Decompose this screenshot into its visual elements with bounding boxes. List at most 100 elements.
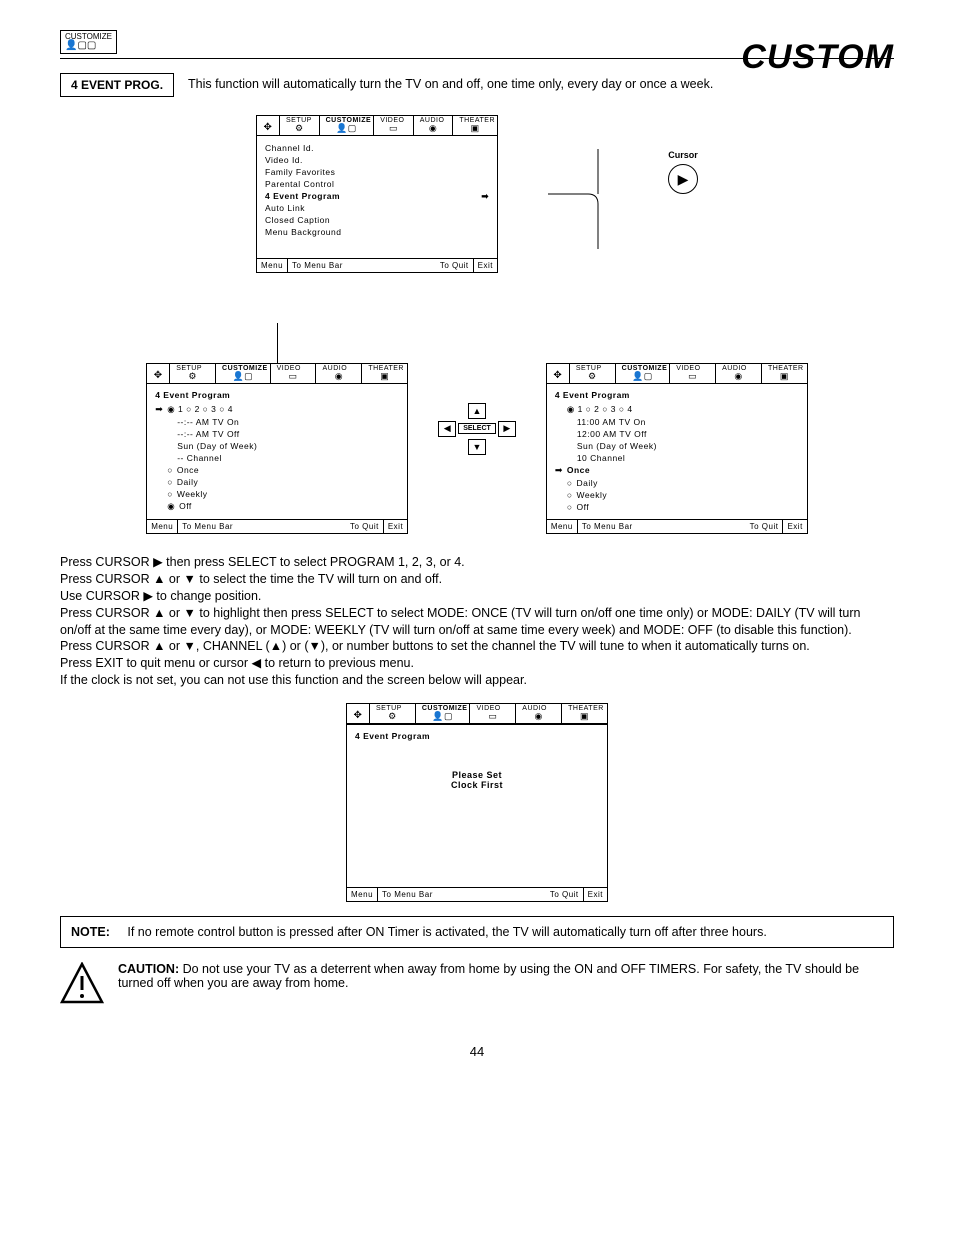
osd-tab-joystick-icon: ✥ bbox=[547, 364, 570, 383]
clock-message: Please Set Clock First bbox=[355, 770, 599, 790]
mode-weekly: Weekly bbox=[155, 488, 399, 500]
mode-once: Once bbox=[155, 464, 399, 476]
osd-tab-joystick-icon: ✥ bbox=[147, 364, 170, 383]
tv-off-time: 12:00 AM TV Off bbox=[555, 428, 799, 440]
osd-tab-video: VIDEO▭ bbox=[374, 116, 414, 135]
osd-footer: Menu To Menu Bar To Quit Exit bbox=[547, 519, 807, 533]
osd-customize-body: Channel Id. Video Id. Family Favorites P… bbox=[257, 136, 497, 258]
osd-footer: Menu To Menu Bar To Quit Exit bbox=[347, 887, 607, 901]
instruction-line: Use CURSOR ▶ to change position. bbox=[60, 588, 894, 605]
connector-line bbox=[277, 323, 278, 363]
footer-to-quit: To Quit bbox=[436, 259, 473, 272]
page-title: CUSTOM bbox=[741, 38, 894, 77]
note-label: NOTE: bbox=[71, 925, 110, 939]
osd-clock-not-set: ✥ SETUP⚙ CUSTOMIZE👤▢ VIDEO▭ AUDIO◉ THEAT… bbox=[346, 703, 608, 902]
osd-tab-audio: AUDIO◉ bbox=[414, 116, 454, 135]
tv-on-time: 11:00 AM TV On bbox=[555, 416, 799, 428]
osd-tab-video: VIDEO▭ bbox=[470, 704, 516, 723]
mode-once: Once bbox=[555, 464, 799, 477]
clock-message-line: Please Set bbox=[355, 770, 599, 780]
osd-tab-setup: SETUP⚙ bbox=[570, 364, 616, 383]
day-of-week: Sun (Day of Week) bbox=[155, 440, 399, 452]
osd-subtitle: 4 Event Program bbox=[555, 390, 799, 403]
footer-to-quit: To Quit bbox=[746, 520, 783, 533]
day-of-week: Sun (Day of Week) bbox=[555, 440, 799, 452]
menu-item: Menu Background bbox=[265, 226, 489, 238]
clock-message-line: Clock First bbox=[355, 780, 599, 790]
menu-item: Family Favorites bbox=[265, 166, 489, 178]
footer-to-menu-bar: To Menu Bar bbox=[178, 520, 237, 533]
osd-body: 4 Event Program ◉ 1 ○ 2 ○ 3 ○ 4 --:-- AM… bbox=[147, 384, 407, 519]
arrow-right-icon: ➡ bbox=[481, 191, 489, 202]
mode-daily: Daily bbox=[555, 477, 799, 489]
channel: -- Channel bbox=[155, 452, 399, 464]
page-number: 44 bbox=[60, 1044, 894, 1059]
osd-subtitle: 4 Event Program bbox=[355, 731, 599, 744]
instructions-block: Press CURSOR ▶ then press SELECT to sele… bbox=[60, 554, 894, 689]
menu-item: Video Id. bbox=[265, 154, 489, 166]
note-text: If no remote control button is pressed a… bbox=[127, 925, 766, 939]
menu-item-selected: 4 Event Program ➡ bbox=[265, 190, 489, 202]
channel: 10 Channel bbox=[555, 452, 799, 464]
instruction-line: Press CURSOR ▶ then press SELECT to sele… bbox=[60, 554, 894, 571]
dpad-right-icon: ▶ bbox=[498, 421, 516, 437]
menu-item: Closed Caption bbox=[265, 214, 489, 226]
osd-tab-joystick-icon: ✥ bbox=[347, 704, 370, 723]
mode-weekly: Weekly bbox=[555, 489, 799, 501]
footer-menu: Menu bbox=[257, 259, 288, 272]
instruction-line: Press CURSOR ▲ or ▼, CHANNEL (▲) or (▼),… bbox=[60, 638, 894, 655]
osd-tab-customize: CUSTOMIZE👤▢ bbox=[416, 704, 471, 723]
tv-on-time: --:-- AM TV On bbox=[155, 416, 399, 428]
osd-tab-customize: CUSTOMIZE👤▢ bbox=[320, 116, 375, 135]
osd-tab-joystick-icon: ✥ bbox=[257, 116, 280, 135]
footer-to-menu-bar: To Menu Bar bbox=[378, 888, 437, 901]
osd-footer: Menu To Menu Bar To Quit Exit bbox=[147, 519, 407, 533]
instruction-line: Press CURSOR ▲ or ▼ to highlight then pr… bbox=[60, 605, 894, 639]
section-intro: This function will automatically turn th… bbox=[188, 77, 713, 91]
select-dpad: ▲ ◀ SELECT ▶ ▼ bbox=[438, 403, 516, 455]
menu-item-label: 4 Event Program bbox=[265, 191, 340, 201]
mode-off: Off bbox=[555, 501, 799, 513]
osd-footer: Menu To Menu Bar To Quit Exit bbox=[257, 258, 497, 272]
mode-off: Off bbox=[155, 500, 399, 513]
osd-tab-audio: AUDIO◉ bbox=[516, 704, 562, 723]
osd-tab-audio: AUDIO◉ bbox=[316, 364, 362, 383]
customize-badge-icons: 👤▢▢ bbox=[65, 40, 96, 51]
osd-tab-video: VIDEO▭ bbox=[670, 364, 716, 383]
customize-badge: CUSTOMIZE 👤▢▢ bbox=[60, 30, 117, 54]
caution-label: CAUTION: bbox=[118, 962, 179, 976]
footer-exit: Exit bbox=[383, 520, 407, 533]
osd-tab-setup: SETUP⚙ bbox=[280, 116, 320, 135]
dpad-left-icon: ◀ bbox=[438, 421, 456, 437]
cursor-indicator: Cursor ▶ bbox=[668, 150, 698, 198]
footer-to-menu-bar: To Menu Bar bbox=[288, 259, 347, 272]
caution-block: CAUTION: Do not use your TV as a deterre… bbox=[60, 962, 894, 1014]
osd-tab-setup: SETUP⚙ bbox=[170, 364, 216, 383]
osd-tab-customize: CUSTOMIZE👤▢ bbox=[216, 364, 271, 383]
footer-exit: Exit bbox=[782, 520, 806, 533]
menu-item: Auto Link bbox=[265, 202, 489, 214]
osd-tab-theater: THEATER▣ bbox=[762, 364, 807, 383]
tv-off-time: --:-- AM TV Off bbox=[155, 428, 399, 440]
instruction-line: If the clock is not set, you can not use… bbox=[60, 672, 894, 689]
footer-exit: Exit bbox=[473, 259, 497, 272]
osd-tab-theater: THEATER▣ bbox=[362, 364, 407, 383]
instruction-line: Press CURSOR ▲ or ▼ to select the time t… bbox=[60, 571, 894, 588]
connector-line bbox=[548, 129, 618, 259]
osd-subtitle: 4 Event Program bbox=[155, 390, 399, 403]
warning-icon bbox=[60, 962, 104, 1014]
osd-customize-menu: ✥ SETUP⚙ CUSTOMIZE👤▢ VIDEO▭ AUDIO◉ THEAT… bbox=[256, 115, 498, 273]
cursor-label: Cursor bbox=[668, 150, 698, 160]
footer-exit: Exit bbox=[583, 888, 607, 901]
instruction-line: Press EXIT to quit menu or cursor ◀ to r… bbox=[60, 655, 894, 672]
osd-tab-video: VIDEO▭ bbox=[271, 364, 317, 383]
section-label: 4 EVENT PROG. bbox=[60, 73, 174, 97]
osd-tab-theater: THEATER▣ bbox=[562, 704, 607, 723]
dpad-select-label: SELECT bbox=[458, 423, 496, 434]
program-selector-row: ◉ 1 ○ 2 ○ 3 ○ 4 bbox=[155, 403, 399, 416]
cursor-right-icon: ▶ bbox=[668, 164, 698, 194]
footer-to-quit: To Quit bbox=[546, 888, 583, 901]
mode-daily: Daily bbox=[155, 476, 399, 488]
osd-event-program-configured: ✥ SETUP⚙ CUSTOMIZE👤▢ VIDEO▭ AUDIO◉ THEAT… bbox=[546, 363, 808, 534]
dpad-up-icon: ▲ bbox=[468, 403, 486, 419]
